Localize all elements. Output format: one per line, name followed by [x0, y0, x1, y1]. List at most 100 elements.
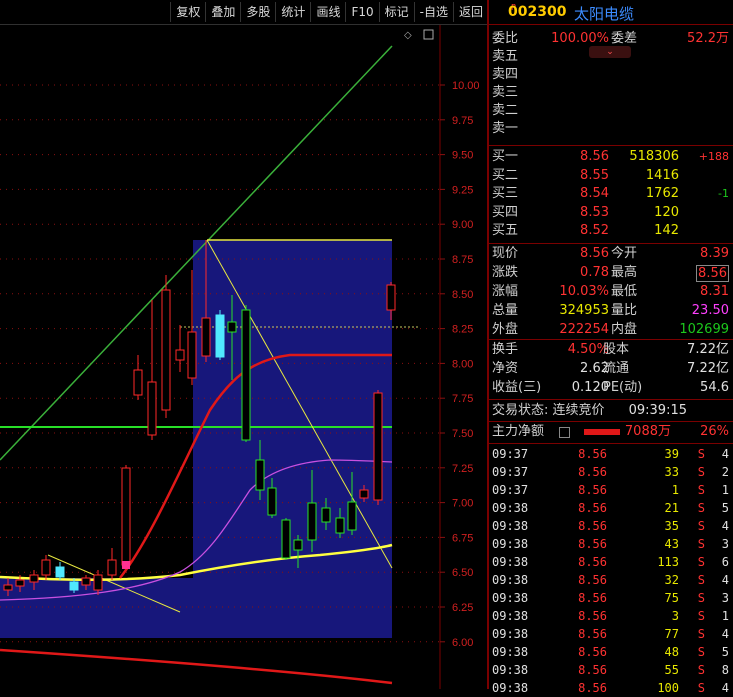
tick-time: 09:38	[492, 555, 529, 569]
toolbar-button-5[interactable]: F10	[345, 2, 378, 22]
divider	[489, 243, 733, 244]
y-axis-label: 6.25	[452, 602, 473, 614]
y-axis-label: 8.00	[452, 358, 473, 370]
tick-row[interactable]: 09:38 8.56 32 S 4	[489, 571, 733, 589]
sell-row-1: 卖一	[489, 120, 733, 138]
candle-body	[29, 574, 39, 583]
candle-body	[227, 321, 237, 333]
tick-price: 8.56	[578, 447, 607, 461]
quote-panel: R 002300 太阳电缆 委比 100.00% 委差 52.2万 ⌄ 卖五 卖四…	[489, 0, 733, 695]
kline-svg[interactable]: 10.00 9.75 9.50 9.25 9.00 8.75 8.50 8.25 8.00 7.7…	[0, 0, 488, 689]
sell-label: 卖一	[492, 121, 519, 136]
candle-body	[81, 577, 91, 586]
quote-label-2: 量比	[611, 303, 638, 318]
buy-row-4[interactable]: 买四 8.53 120	[489, 204, 733, 222]
tick-row[interactable]: 09:38 8.56 35 S 4	[489, 517, 733, 535]
toolbar-button-1[interactable]: 叠加	[205, 2, 240, 22]
toolbar-button-2[interactable]: 多股	[240, 2, 275, 22]
y-axis-label: 7.00	[452, 498, 473, 510]
y-axis-label: 9.00	[452, 219, 473, 231]
tick-volume: 35	[664, 519, 679, 533]
candle-body	[255, 459, 265, 491]
candle-body	[386, 284, 396, 311]
tick-row[interactable]: 09:37 8.56 1 S 1	[489, 481, 733, 499]
tick-side: S	[697, 519, 705, 533]
tick-row[interactable]: 09:38 8.56 113 S 6	[489, 553, 733, 571]
quote-value: 0.78	[580, 265, 609, 280]
buy-row-1[interactable]: 买一 8.56 518306 +188	[489, 148, 733, 166]
tick-count: 3	[721, 591, 729, 605]
candle-body	[321, 507, 331, 523]
mainflow-row[interactable]: 主力净额 7088万 26%	[489, 423, 733, 441]
quote-label-2: 内盘	[611, 322, 638, 337]
tick-volume: 21	[664, 501, 679, 515]
mainflow-value: 7088万	[624, 424, 671, 439]
stock-name[interactable]: 太阳电缆	[574, 3, 634, 24]
toolbar-button-8[interactable]: 返回	[452, 2, 488, 22]
tick-row[interactable]: 09:37 8.56 33 S 2	[489, 463, 733, 481]
sell-label: 卖五	[492, 49, 519, 64]
quote-value: 8.56	[580, 246, 609, 261]
buy-row-3[interactable]: 买三 8.54 1762 -1	[489, 185, 733, 203]
tick-side: S	[697, 645, 705, 659]
tick-side: S	[697, 609, 705, 623]
tick-time: 09:38	[492, 609, 529, 623]
tick-count: 4	[721, 627, 729, 641]
tick-row[interactable]: 09:38 8.56 75 S 3	[489, 589, 733, 607]
candle-body	[121, 467, 131, 566]
toolbar-button-6[interactable]: 标记	[378, 2, 414, 22]
tick-volume: 75	[664, 591, 679, 605]
tick-row[interactable]: 09:37 8.56 39 S 4	[489, 445, 733, 463]
tick-price: 8.56	[578, 609, 607, 623]
tick-row[interactable]: 09:38 8.56 55 S 8	[489, 661, 733, 679]
y-axis-label: 6.75	[452, 532, 473, 544]
quote-label: 涨幅	[492, 284, 519, 299]
fund-label: 净资	[492, 361, 519, 376]
tick-count: 4	[721, 447, 729, 461]
candle-body	[15, 579, 25, 587]
tick-row[interactable]: 09:38 8.56 100 S 4	[489, 679, 733, 697]
tick-row[interactable]: 09:38 8.56 77 S 4	[489, 625, 733, 643]
list-icon[interactable]	[559, 427, 570, 438]
buy-row-5[interactable]: 买五 8.52 142	[489, 222, 733, 240]
quote-label: 总量	[492, 303, 519, 318]
stock-code[interactable]: 002300	[508, 4, 566, 20]
candle-body	[359, 489, 369, 499]
toolbar-button-7[interactable]: -自选	[413, 2, 453, 22]
fund-value-2: 7.22亿	[687, 342, 729, 357]
buy-label: 买一	[492, 149, 519, 164]
toolbar-button-0[interactable]: 复权	[170, 2, 205, 22]
quote-row: 涨幅 10.03% 最低 8.31	[489, 283, 733, 301]
candle-body	[373, 392, 383, 501]
quote-label: 外盘	[492, 322, 519, 337]
y-axis-label: 8.25	[452, 324, 473, 336]
tick-row[interactable]: 09:38 8.56 43 S 3	[489, 535, 733, 553]
kline-chart[interactable]: 10.00 9.75 9.50 9.25 9.00 8.75 8.50 8.25 8.00 7.7…	[0, 0, 488, 689]
sell-label: 卖三	[492, 85, 519, 100]
buy-row-2[interactable]: 买二 8.55 1416	[489, 167, 733, 185]
quote-label: 涨跌	[492, 265, 519, 280]
y-axis-label: 7.25	[452, 463, 473, 475]
y-axis-label: 6.00	[452, 637, 473, 649]
tick-time: 09:38	[492, 573, 529, 587]
buy-price: 8.52	[580, 223, 609, 238]
candle-body	[147, 381, 157, 436]
tick-count: 1	[721, 483, 729, 497]
fund-label-2: 股本	[603, 342, 630, 357]
chart-toolbar: 复权 叠加 多股 统计 画线 F10 标记 -自选 返回	[0, 0, 488, 25]
divider	[489, 399, 733, 400]
tick-side: S	[697, 627, 705, 641]
tick-row[interactable]: 09:38 8.56 3 S 1	[489, 607, 733, 625]
tick-price: 8.56	[578, 501, 607, 515]
tick-row[interactable]: 09:38 8.56 21 S 5	[489, 499, 733, 517]
tick-count: 4	[721, 681, 729, 695]
toolbar-button-3[interactable]: 统计	[275, 2, 310, 22]
fund-label-2: 流通	[603, 361, 630, 376]
diamond-icon: ◇	[404, 30, 412, 41]
toolbar-button-4[interactable]: 画线	[310, 2, 345, 22]
sell-label: 卖二	[492, 103, 519, 118]
tick-price: 8.56	[578, 537, 607, 551]
quote-row: 涨跌 0.78 最高 8.56	[489, 264, 733, 282]
tick-row[interactable]: 09:38 8.56 48 S 5	[489, 643, 733, 661]
candle-body	[241, 309, 251, 441]
